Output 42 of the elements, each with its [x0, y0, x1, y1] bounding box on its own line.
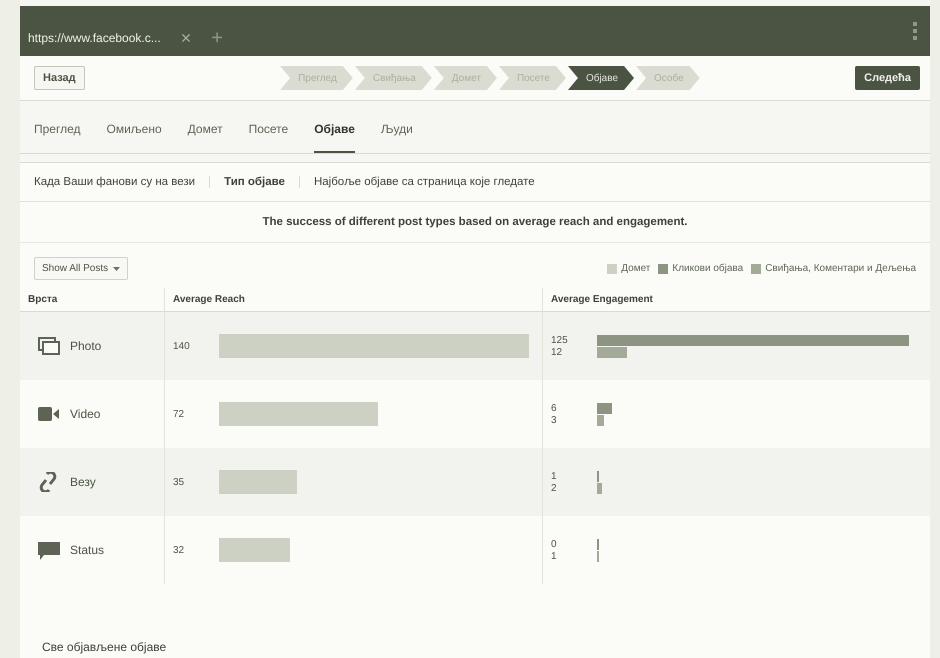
post-type-label: Везу [70, 475, 96, 489]
engagement-value: 2 [551, 482, 558, 494]
speech-bubble-icon [38, 540, 60, 560]
sub-tab[interactable]: Најбоље објаве са страница које гледате [300, 176, 549, 188]
description-text: The success of different post types based on average reach and engagement. [20, 202, 930, 243]
sub-tab[interactable]: Тип објаве [210, 176, 300, 188]
close-tab-button[interactable]: × [180, 28, 192, 48]
post-type-label: Video [70, 407, 100, 421]
engagement-value: 1 [551, 550, 558, 562]
nav-tab[interactable]: Домет [188, 107, 223, 153]
photo-icon [38, 336, 60, 356]
engagement-value: 3 [551, 414, 558, 426]
engagement-value: 6 [551, 402, 558, 414]
filter-dropdown[interactable]: Show All Posts [34, 257, 128, 280]
tab-title[interactable]: https://www.facebook.c... [28, 31, 161, 45]
video-camera-icon [38, 404, 60, 424]
nav-tab[interactable]: Објаве [314, 107, 355, 153]
sub-tab[interactable]: Када Ваши фанови су на вези [20, 176, 210, 188]
nav-tab[interactable]: Омиљено [106, 107, 162, 153]
engagement-value: 0 [551, 538, 558, 550]
legend-label: Домет [621, 263, 650, 274]
engagement-value: 12 [551, 346, 564, 358]
back-button[interactable]: Назад [34, 66, 85, 90]
next-button[interactable]: Следећа [855, 66, 920, 90]
caret-icon [113, 266, 120, 270]
reach-value: 72 [173, 408, 186, 420]
reach-value: 32 [173, 544, 186, 556]
reach-bar [219, 538, 290, 562]
nav-tab[interactable]: Посете [248, 107, 288, 153]
legend-label: Свиђања, Коментари и Дељења [765, 263, 916, 274]
nav-tab[interactable]: Преглед [34, 107, 80, 153]
reach-value: 35 [173, 476, 186, 488]
legend-label: Кликови објава [672, 263, 744, 274]
all-posts-link[interactable]: Све објављене објаве [42, 640, 166, 654]
menu-icon[interactable] [912, 21, 918, 41]
reach-value: 140 [173, 340, 191, 352]
engagement-value: 125 [551, 334, 569, 346]
nav-tab[interactable]: Људи [380, 107, 413, 153]
post-type-label: Status [70, 543, 104, 557]
post-type-label: Photo [70, 339, 102, 353]
engagement-value: 1 [551, 470, 558, 482]
step-tab[interactable]: Објаве [568, 66, 634, 90]
